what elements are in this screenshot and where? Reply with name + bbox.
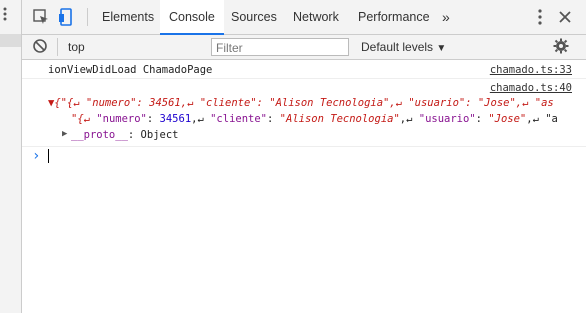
tab-performance[interactable]: Performance bbox=[358, 0, 430, 34]
tab-separator bbox=[87, 8, 88, 26]
log-levels-label: Default levels bbox=[361, 40, 434, 54]
devtools-tab-bar: Elements Console Sources Network Perform… bbox=[22, 0, 586, 35]
log-divider bbox=[22, 146, 586, 147]
inspect-element-icon[interactable] bbox=[32, 8, 50, 26]
console-toolbar: top ▼ Filter Default levels ▼ bbox=[22, 35, 586, 60]
key-fragment: "cliente" bbox=[210, 113, 268, 125]
tab-sources[interactable]: Sources bbox=[231, 0, 277, 34]
settings-gear-icon[interactable] bbox=[553, 38, 569, 54]
key-fragment: "numero" bbox=[96, 113, 147, 125]
object-preview-row[interactable]: ▼{"{↵ "numero": 34561,↵ "cliente": "Alis… bbox=[22, 97, 586, 111]
tab-console[interactable]: Console bbox=[160, 0, 224, 35]
filter-input[interactable]: Filter bbox=[211, 38, 349, 56]
devtools-main: Elements Console Sources Network Perform… bbox=[22, 0, 586, 313]
separator-fragment: : bbox=[475, 113, 489, 125]
separator-fragment: : bbox=[267, 113, 280, 125]
number-fragment: 34561 bbox=[159, 113, 192, 125]
device-toolbar-icon[interactable] bbox=[58, 8, 76, 26]
customize-menu-icon[interactable] bbox=[531, 8, 549, 26]
panel-divider bbox=[0, 34, 21, 47]
log-message: ionViewDidLoad ChamadoPage bbox=[48, 64, 213, 76]
text-cursor bbox=[48, 149, 49, 163]
source-link[interactable]: chamado.ts:40 bbox=[490, 82, 572, 94]
console-output: ionViewDidLoad ChamadoPage chamado.ts:33… bbox=[22, 60, 586, 313]
string-fragment: "Jose" bbox=[488, 113, 527, 125]
tab-elements[interactable]: Elements bbox=[102, 0, 154, 34]
more-vertical-icon[interactable] bbox=[3, 7, 7, 21]
more-tabs-icon[interactable]: » bbox=[442, 0, 450, 34]
proto-row[interactable]: ▶ __proto__: Object bbox=[22, 129, 586, 143]
value-fragment: "{↵ bbox=[71, 113, 97, 125]
source-link[interactable]: chamado.ts:33 bbox=[490, 64, 572, 76]
clear-console-icon[interactable] bbox=[32, 38, 48, 54]
string-fragment: "Alison Tecnologia" bbox=[279, 113, 400, 125]
separator-fragment: ,↵ bbox=[399, 113, 419, 125]
object-property-row: "{↵ "numero": 34561,↵ "cliente": "Alison… bbox=[22, 113, 586, 127]
key-fragment: "usuario" bbox=[418, 113, 476, 125]
toolbar-separator bbox=[57, 38, 58, 56]
separator-fragment: : bbox=[146, 113, 160, 125]
tab-network[interactable]: Network bbox=[293, 0, 339, 34]
object-preview: ▼{"{↵ "numero": 34561,↵ "cliente": "Alis… bbox=[48, 97, 554, 109]
proto-value: : Object bbox=[127, 129, 179, 141]
separator-fragment: ,↵ "a bbox=[526, 113, 558, 125]
log-entry-source: chamado.ts:40 bbox=[22, 82, 586, 96]
context-label: top bbox=[68, 40, 85, 54]
proto-key: __proto__ bbox=[71, 129, 128, 141]
dropdown-arrow-icon: ▼ bbox=[436, 43, 447, 54]
log-divider bbox=[22, 78, 586, 79]
log-levels-dropdown[interactable]: Default levels ▼ bbox=[361, 38, 446, 58]
close-devtools-icon[interactable] bbox=[556, 8, 574, 26]
separator-fragment: ,↵ bbox=[191, 113, 211, 125]
expand-arrow-icon[interactable]: ▶ bbox=[62, 129, 67, 139]
left-panel-strip bbox=[0, 0, 22, 313]
prompt-chevron-icon: › bbox=[32, 148, 41, 164]
console-prompt-row[interactable]: › bbox=[22, 149, 586, 165]
